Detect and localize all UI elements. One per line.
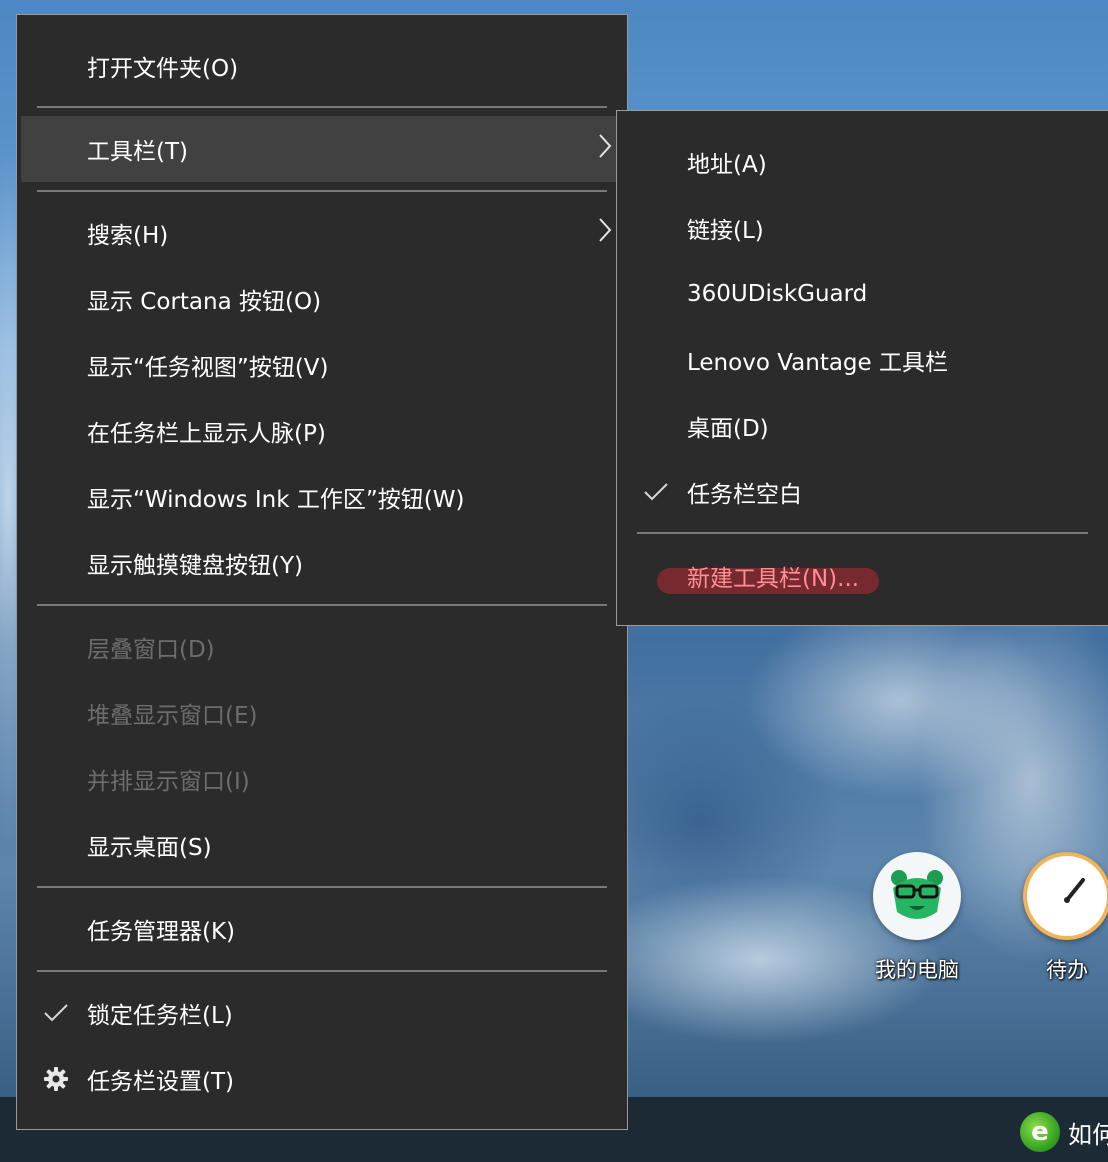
menu-item-lock-taskbar[interactable]: 锁定任务栏(L): [21, 980, 623, 1046]
menu-item-label: 锁定任务栏(L): [87, 1003, 233, 1029]
toolbars-submenu: 地址(A) 链接(L) 360UDiskGuard Lenovo Vantage…: [616, 110, 1108, 626]
menu-item-label: 任务管理器(K): [87, 919, 236, 945]
menu-item-label: 显示“Windows Ink 工作区”按钮(W): [87, 487, 465, 513]
taskbar-app-label: 如何: [1068, 1120, 1108, 1149]
submenu-item-address[interactable]: 地址(A): [621, 129, 1104, 195]
gear-icon: [41, 1066, 71, 1092]
taskbar-app[interactable]: e 如何: [1020, 1112, 1108, 1152]
menu-separator: [37, 886, 607, 888]
menu-item-label: 桌面(D): [687, 416, 769, 442]
clock-icon: [1023, 852, 1108, 940]
chevron-right-icon: [597, 216, 613, 250]
menu-item-toolbars[interactable]: 工具栏(T): [21, 116, 623, 182]
menu-item-label: 链接(L): [687, 218, 764, 244]
menu-item-label: 工具栏(T): [87, 139, 188, 165]
chevron-right-icon: [597, 132, 613, 166]
checkmark-icon: [41, 1002, 71, 1024]
menu-separator: [37, 970, 607, 972]
menu-item-show-touch-keyboard[interactable]: 显示触摸键盘按钮(Y): [21, 530, 623, 596]
menu-item-search[interactable]: 搜索(H): [21, 200, 623, 266]
submenu-item-taskbar-blank[interactable]: 任务栏空白: [621, 459, 1104, 525]
menu-item-label: 任务栏设置(T): [87, 1069, 234, 1095]
menu-item-label: 堆叠显示窗口(E): [87, 703, 258, 729]
submenu-item-360udiskguard[interactable]: 360UDiskGuard: [621, 261, 1104, 327]
submenu-item-links[interactable]: 链接(L): [621, 195, 1104, 261]
menu-item-label: 显示桌面(S): [87, 835, 212, 861]
menu-item-taskbar-settings[interactable]: 任务栏设置(T): [21, 1046, 623, 1112]
menu-item-label: 搜索(H): [87, 223, 169, 249]
green-logo-icon: e: [1020, 1112, 1060, 1152]
menu-item-show-windows-ink[interactable]: 显示“Windows Ink 工作区”按钮(W): [21, 464, 623, 530]
desktop-icon-label: 待办: [1046, 958, 1088, 982]
desktop-icon-todo[interactable]: 待办: [1012, 852, 1108, 984]
desktop-icon-label: 我的电脑: [875, 958, 959, 982]
menu-item-cascade-windows: 层叠窗口(D): [21, 614, 623, 680]
menu-item-label: 并排显示窗口(I): [87, 769, 250, 795]
menu-item-show-cortana[interactable]: 显示 Cortana 按钮(O): [21, 266, 623, 332]
bear-icon: [873, 852, 961, 940]
menu-item-show-task-view[interactable]: 显示“任务视图”按钮(V): [21, 332, 623, 398]
menu-item-side-by-side-windows: 并排显示窗口(I): [21, 746, 623, 812]
desktop-icon-my-computer[interactable]: 我的电脑: [862, 852, 972, 984]
menu-item-task-manager[interactable]: 任务管理器(K): [21, 896, 623, 962]
menu-item-label: 新建工具栏(N)...: [687, 566, 860, 592]
menu-separator: [37, 106, 607, 108]
menu-item-label: 显示触摸键盘按钮(Y): [87, 553, 303, 579]
menu-item-stack-windows: 堆叠显示窗口(E): [21, 680, 623, 746]
menu-item-label: 360UDiskGuard: [687, 281, 868, 307]
menu-separator: [37, 190, 607, 192]
menu-item-label: 层叠窗口(D): [87, 637, 215, 663]
menu-separator: [637, 532, 1088, 534]
submenu-item-desktop[interactable]: 桌面(D): [621, 393, 1104, 459]
menu-item-label: 地址(A): [687, 152, 767, 178]
submenu-item-new-toolbar[interactable]: 新建工具栏(N)...: [621, 543, 1104, 609]
menu-item-label: 显示 Cortana 按钮(O): [87, 289, 322, 315]
menu-item-label: 任务栏空白: [687, 482, 802, 508]
checkmark-icon: [641, 481, 671, 503]
taskbar-context-menu: 打开文件夹(O) 工具栏(T) 搜索(H) 显示 Cortana 按钮(O) 显…: [16, 14, 628, 1130]
menu-separator: [37, 604, 607, 606]
menu-item-label: Lenovo Vantage 工具栏: [687, 350, 948, 376]
submenu-item-lenovo-vantage[interactable]: Lenovo Vantage 工具栏: [621, 327, 1104, 393]
menu-item-label: 打开文件夹(O): [87, 56, 239, 82]
menu-item-label: 显示“任务视图”按钮(V): [87, 355, 329, 381]
menu-item-label: 在任务栏上显示人脉(P): [87, 421, 326, 447]
menu-item-open-folder[interactable]: 打开文件夹(O): [21, 33, 623, 99]
menu-item-show-people[interactable]: 在任务栏上显示人脉(P): [21, 398, 623, 464]
menu-item-show-desktop[interactable]: 显示桌面(S): [21, 812, 623, 878]
